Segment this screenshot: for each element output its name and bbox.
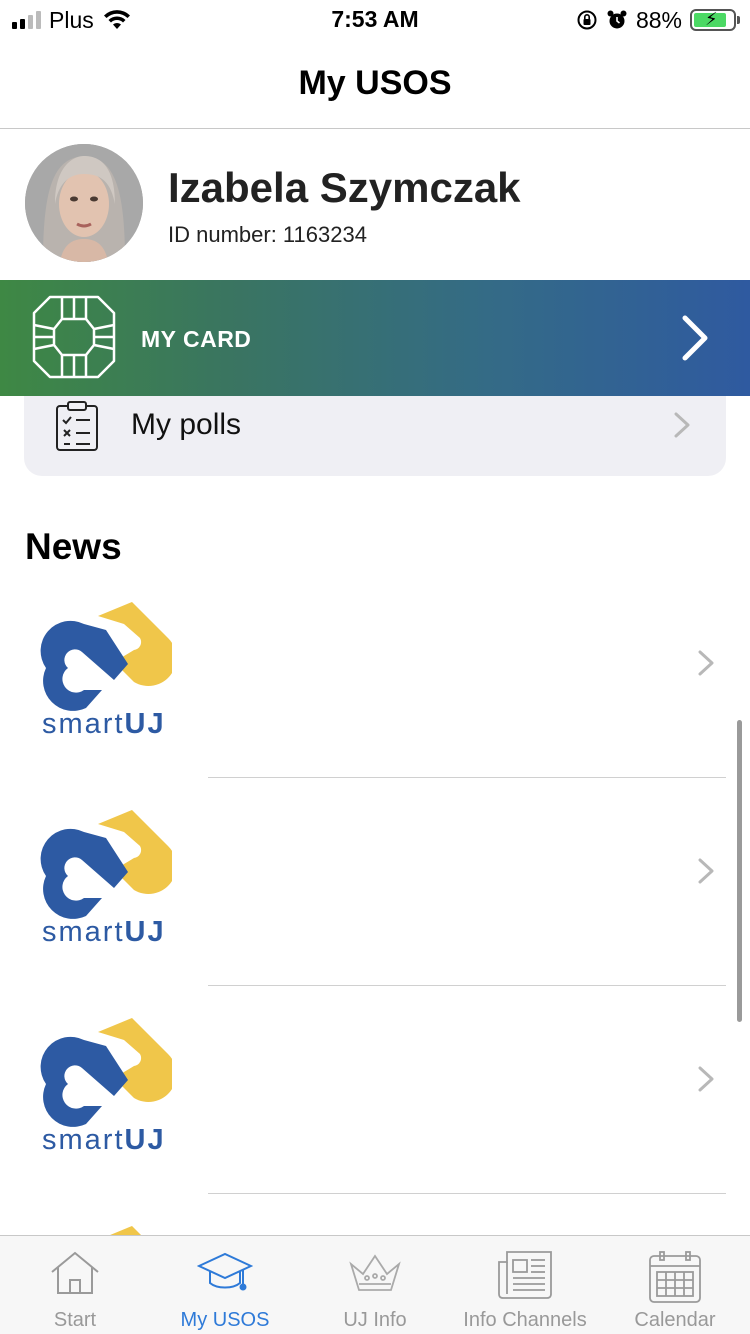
smartuj-logo-text: smartUJ (42, 916, 166, 948)
checklist-icon (56, 401, 98, 451)
chevron-right-icon (698, 650, 714, 676)
news-item[interactable]: smartUJ (0, 986, 750, 1194)
tab-label: Calendar (634, 1309, 716, 1331)
news-heading: News (25, 526, 122, 567)
page-title: My USOS (298, 64, 452, 102)
tab-uj-info[interactable]: UJ Info (300, 1236, 450, 1334)
my-card-label: MY CARD (141, 326, 252, 352)
chevron-right-icon (698, 858, 714, 884)
avatar (25, 144, 143, 262)
my-polls-label: My polls (131, 408, 242, 441)
tab-label: UJ Info (343, 1309, 407, 1331)
chevron-right-icon (682, 315, 708, 361)
tab-my-usos[interactable]: My USOS (150, 1236, 300, 1334)
news-item[interactable]: smartUJ (0, 778, 750, 986)
calendar-icon (649, 1251, 701, 1303)
home-icon (51, 1251, 99, 1294)
news-item[interactable] (0, 1194, 750, 1235)
orientation-lock-icon (577, 10, 597, 30)
tab-info-channels[interactable]: Info Channels (450, 1236, 600, 1334)
my-polls-row[interactable]: My polls (24, 396, 726, 476)
smartuj-logo-text: smartUJ (42, 708, 166, 740)
scrollbar[interactable] (737, 720, 742, 1022)
chip-icon (32, 295, 116, 379)
alarm-icon (607, 10, 627, 29)
crown-icon (349, 1254, 401, 1291)
graduation-cap-icon (197, 1252, 253, 1291)
battery-percent: 88% (635, 6, 682, 33)
smartuj-logo-icon (110, 1226, 141, 1235)
newspaper-icon (498, 1251, 552, 1299)
smartuj-logo-text: smartUJ (42, 1124, 166, 1156)
chevron-right-icon (674, 412, 690, 438)
my-card-button[interactable]: MY CARD (0, 280, 750, 396)
tab-calendar[interactable]: Calendar (600, 1236, 750, 1334)
profile-header: Izabela Szymczak ID number: 1163234 (0, 129, 750, 280)
battery-charging-icon: ⚡ (690, 9, 740, 31)
tab-label: Info Channels (463, 1309, 587, 1331)
navigation-bar: My USOS (0, 40, 750, 129)
status-bar: Plus 7:53 AM 88% ⚡ (0, 0, 750, 40)
tab-label: Start (53, 1309, 97, 1331)
status-right: 88% ⚡ (576, 6, 740, 34)
tab-start[interactable]: Start (0, 1236, 150, 1334)
tab-label: My USOS (180, 1309, 270, 1331)
profile-name: Izabela Szymczak (168, 164, 521, 211)
profile-id-number: ID number: 1163234 (168, 222, 367, 247)
tab-bar: Start My USOS UJ Info Info Channels Cale… (0, 1235, 750, 1334)
news-item[interactable]: smartUJ (0, 570, 750, 778)
chevron-right-icon (698, 1066, 714, 1092)
